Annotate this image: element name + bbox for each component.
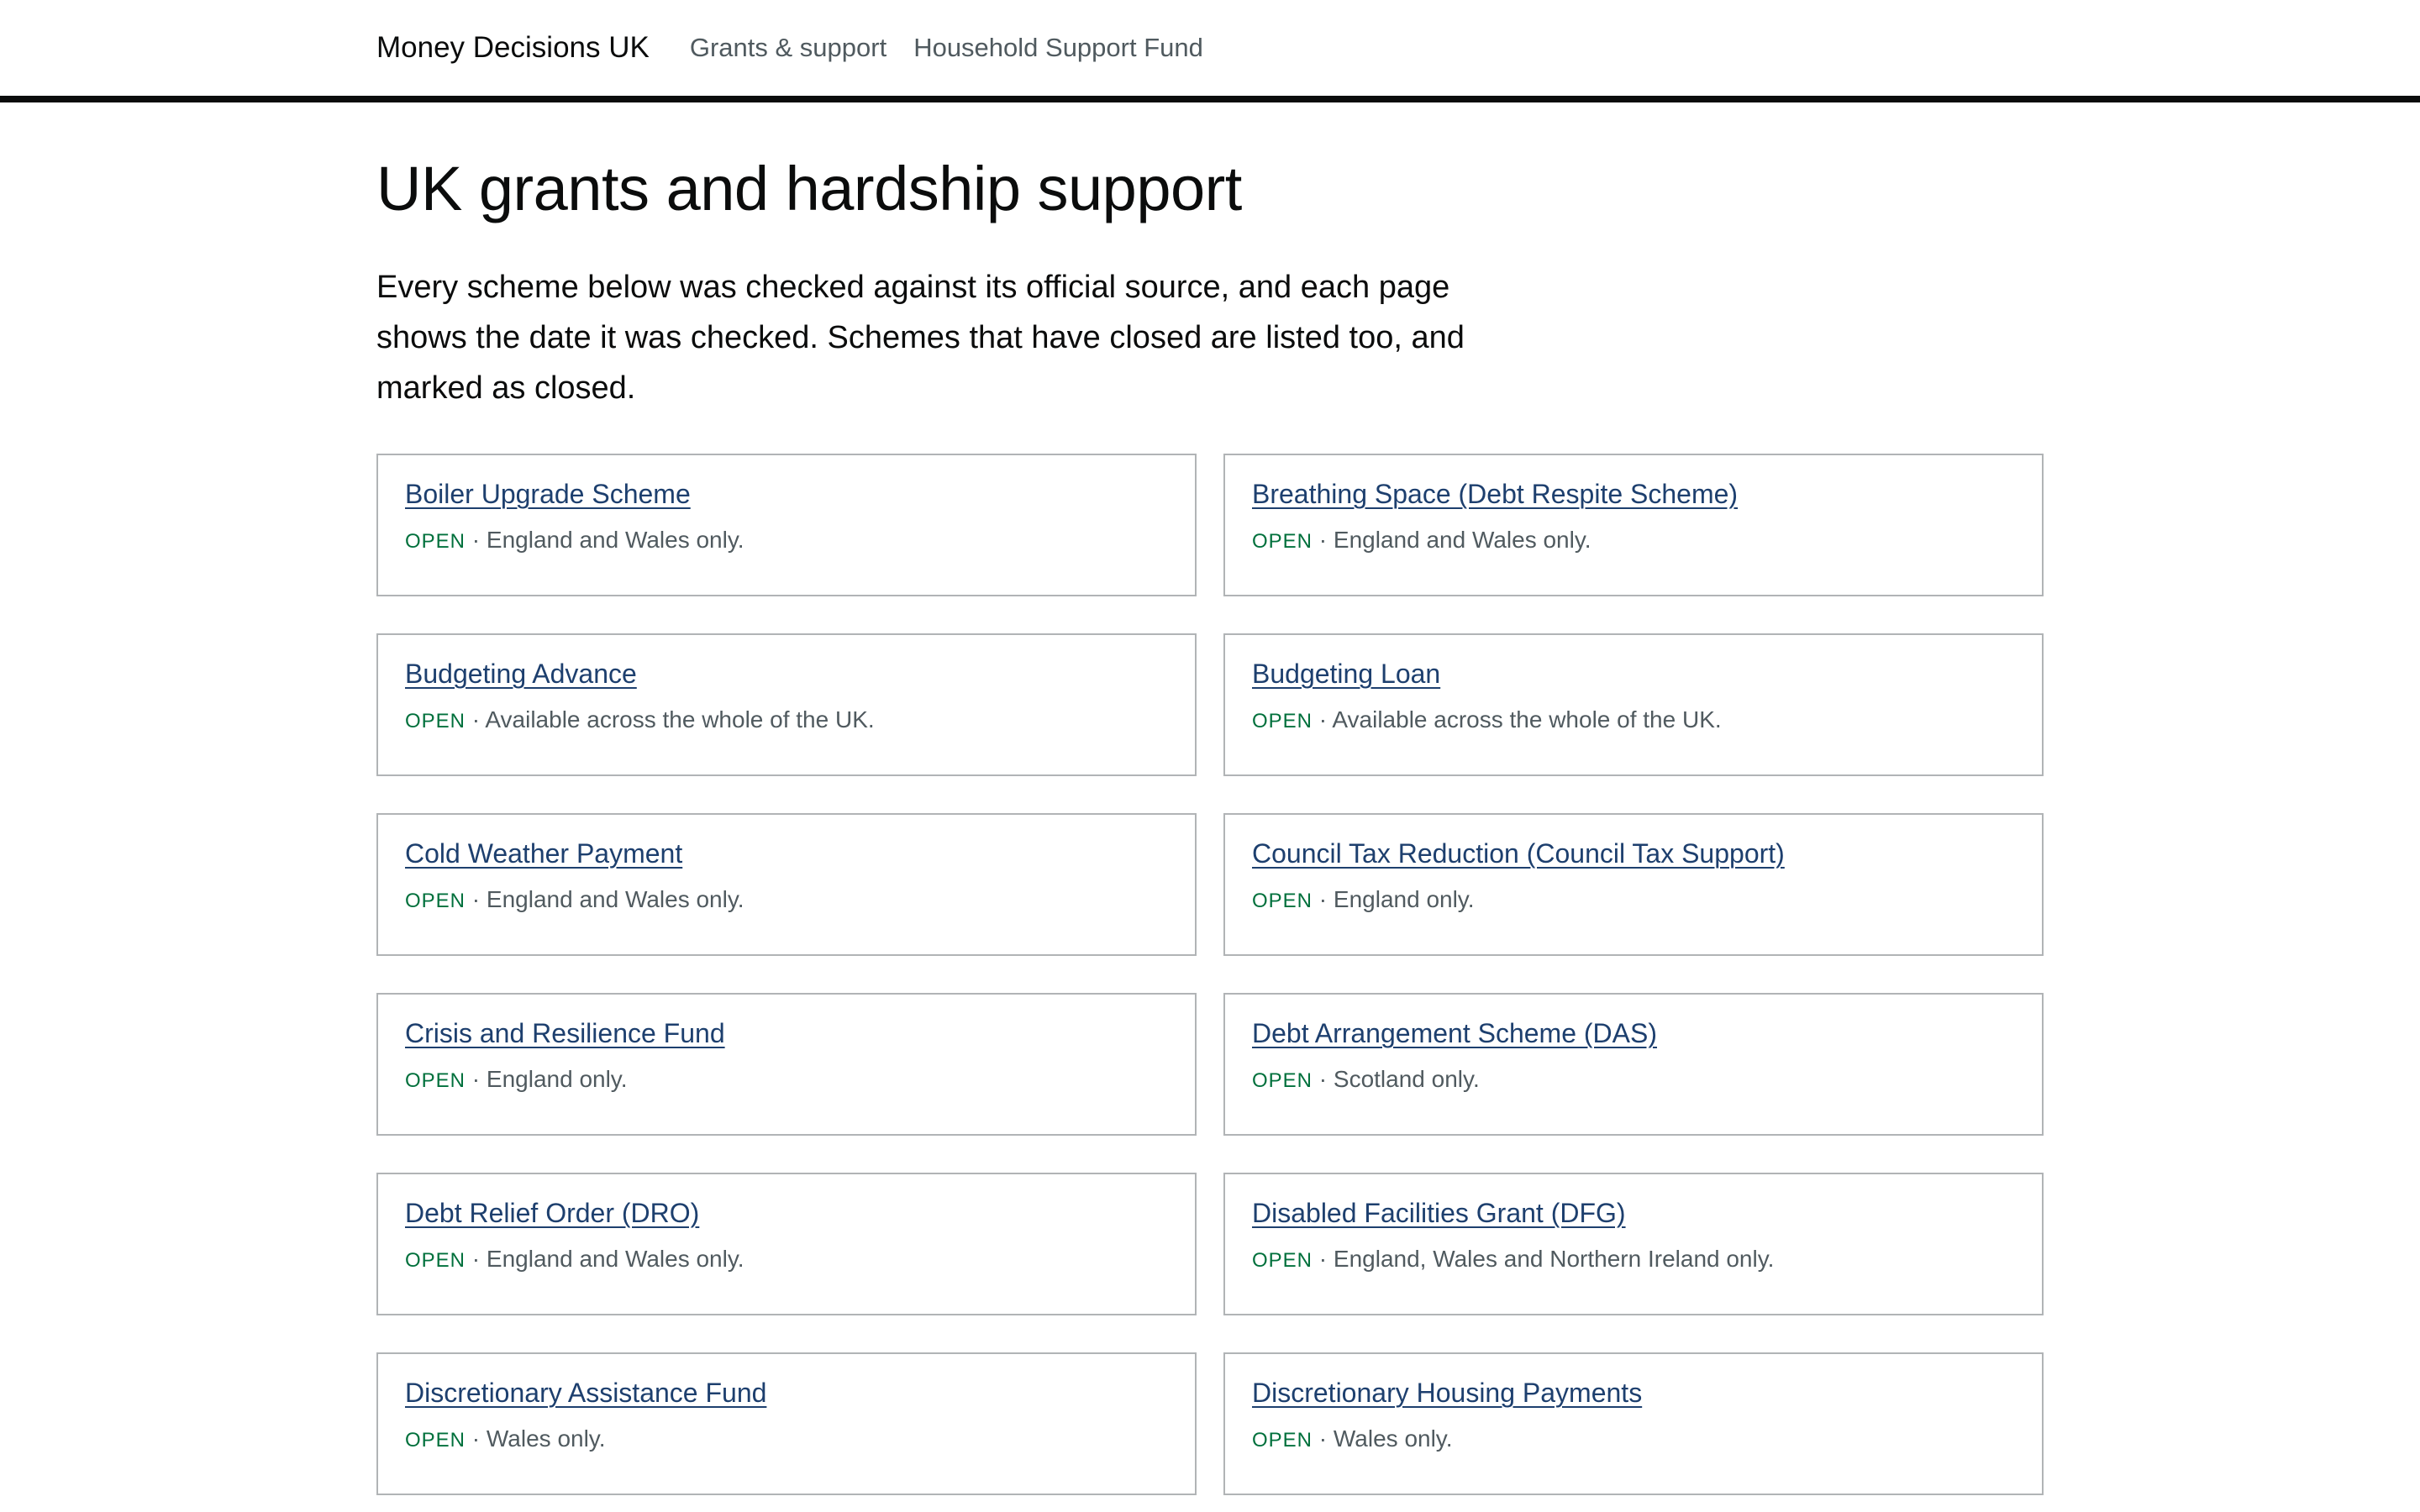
scheme-card: Boiler Upgrade Scheme OPEN · England and… xyxy=(376,454,1197,596)
scheme-link[interactable]: Discretionary Assistance Fund xyxy=(405,1378,766,1409)
scheme-grid: Boiler Upgrade Scheme OPEN · England and… xyxy=(376,454,2044,1495)
scheme-link[interactable]: Crisis and Resilience Fund xyxy=(405,1018,725,1049)
scheme-link[interactable]: Discretionary Housing Payments xyxy=(1252,1378,1642,1409)
scheme-meta: OPEN · England and Wales only. xyxy=(405,1246,1168,1273)
scheme-meta: OPEN · England and Wales only. xyxy=(405,527,1168,554)
scheme-coverage: England, Wales and Northern Ireland only… xyxy=(1333,1246,1775,1272)
separator: · xyxy=(1318,527,1328,553)
scheme-coverage: Wales only. xyxy=(1333,1425,1453,1452)
status-badge: OPEN xyxy=(1252,710,1313,732)
scheme-coverage: England and Wales only. xyxy=(486,1246,744,1272)
nav-link-grants-support[interactable]: Grants & support xyxy=(690,33,886,63)
scheme-meta: OPEN · England and Wales only. xyxy=(1252,527,2015,554)
scheme-link[interactable]: Boiler Upgrade Scheme xyxy=(405,479,691,510)
scheme-link[interactable]: Debt Arrangement Scheme (DAS) xyxy=(1252,1018,1657,1049)
scheme-card: Cold Weather Payment OPEN · England and … xyxy=(376,813,1197,956)
scheme-card: Budgeting Loan OPEN · Available across t… xyxy=(1223,633,2044,776)
status-badge: OPEN xyxy=(405,1249,466,1272)
status-badge: OPEN xyxy=(1252,530,1313,553)
separator: · xyxy=(1318,1246,1328,1272)
scheme-coverage: England and Wales only. xyxy=(486,886,744,912)
status-badge: OPEN xyxy=(1252,890,1313,912)
separator: · xyxy=(1318,1066,1328,1092)
separator: · xyxy=(1318,1425,1328,1452)
separator: · xyxy=(471,1066,481,1092)
scheme-meta: OPEN · Wales only. xyxy=(1252,1425,2015,1452)
status-badge: OPEN xyxy=(405,1429,466,1452)
scheme-meta: OPEN · Scotland only. xyxy=(1252,1066,2015,1093)
scheme-link[interactable]: Budgeting Loan xyxy=(1252,659,1440,690)
scheme-coverage: England and Wales only. xyxy=(1333,527,1591,553)
scheme-card: Debt Relief Order (DRO) OPEN · England a… xyxy=(376,1173,1197,1315)
scheme-meta: OPEN · Available across the whole of the… xyxy=(1252,706,2015,733)
separator: · xyxy=(471,1425,481,1452)
scheme-coverage: Available across the whole of the UK. xyxy=(1332,706,1722,732)
scheme-link[interactable]: Budgeting Advance xyxy=(405,659,637,690)
nav-link-household-support-fund[interactable]: Household Support Fund xyxy=(913,33,1203,63)
scheme-coverage: Wales only. xyxy=(486,1425,606,1452)
site-header: Money Decisions UK Grants & support Hous… xyxy=(0,0,2420,102)
separator: · xyxy=(471,886,481,912)
scheme-link[interactable]: Disabled Facilities Grant (DFG) xyxy=(1252,1198,1626,1229)
scheme-link[interactable]: Council Tax Reduction (Council Tax Suppo… xyxy=(1252,838,1785,869)
scheme-coverage: Scotland only. xyxy=(1333,1066,1480,1092)
intro-paragraph: Every scheme below was checked against i… xyxy=(376,270,1465,406)
status-badge: OPEN xyxy=(405,710,466,732)
scheme-meta: OPEN · England and Wales only. xyxy=(405,886,1168,913)
scheme-coverage: England only. xyxy=(486,1066,628,1092)
separator: · xyxy=(1318,706,1328,732)
separator: · xyxy=(1318,886,1328,912)
scheme-link[interactable]: Debt Relief Order (DRO) xyxy=(405,1198,699,1229)
scheme-meta: OPEN · England only. xyxy=(405,1066,1168,1093)
status-badge: OPEN xyxy=(405,890,466,912)
scheme-meta: OPEN · Wales only. xyxy=(405,1425,1168,1452)
scheme-link[interactable]: Cold Weather Payment xyxy=(405,838,682,869)
scheme-meta: OPEN · England, Wales and Northern Irela… xyxy=(1252,1246,2015,1273)
scheme-meta: OPEN · Available across the whole of the… xyxy=(405,706,1168,733)
scheme-card: Council Tax Reduction (Council Tax Suppo… xyxy=(1223,813,2044,956)
scheme-meta: OPEN · England only. xyxy=(1252,886,2015,913)
scheme-coverage: England only. xyxy=(1333,886,1475,912)
separator: · xyxy=(471,1246,481,1272)
scheme-card: Discretionary Housing Payments OPEN · Wa… xyxy=(1223,1352,2044,1495)
scheme-card: Discretionary Assistance Fund OPEN · Wal… xyxy=(376,1352,1197,1495)
top-navigation: Money Decisions UK Grants & support Hous… xyxy=(376,0,1230,96)
status-badge: OPEN xyxy=(1252,1249,1313,1272)
status-badge: OPEN xyxy=(1252,1429,1313,1452)
site-name-link[interactable]: Money Decisions UK xyxy=(376,31,650,65)
scheme-card: Crisis and Resilience Fund OPEN · Englan… xyxy=(376,993,1197,1136)
separator: · xyxy=(471,706,481,732)
scheme-link[interactable]: Breathing Space (Debt Respite Scheme) xyxy=(1252,479,1738,510)
scheme-card: Budgeting Advance OPEN · Available acros… xyxy=(376,633,1197,776)
scheme-card: Debt Arrangement Scheme (DAS) OPEN · Sco… xyxy=(1223,993,2044,1136)
scheme-coverage: Available across the whole of the UK. xyxy=(485,706,875,732)
separator: · xyxy=(471,527,481,553)
status-badge: OPEN xyxy=(405,1069,466,1092)
scheme-card: Breathing Space (Debt Respite Scheme) OP… xyxy=(1223,454,2044,596)
page-title: UK grants and hardship support xyxy=(376,154,1242,223)
status-badge: OPEN xyxy=(1252,1069,1313,1092)
scheme-coverage: England and Wales only. xyxy=(486,527,744,553)
scheme-card: Disabled Facilities Grant (DFG) OPEN · E… xyxy=(1223,1173,2044,1315)
status-badge: OPEN xyxy=(405,530,466,553)
